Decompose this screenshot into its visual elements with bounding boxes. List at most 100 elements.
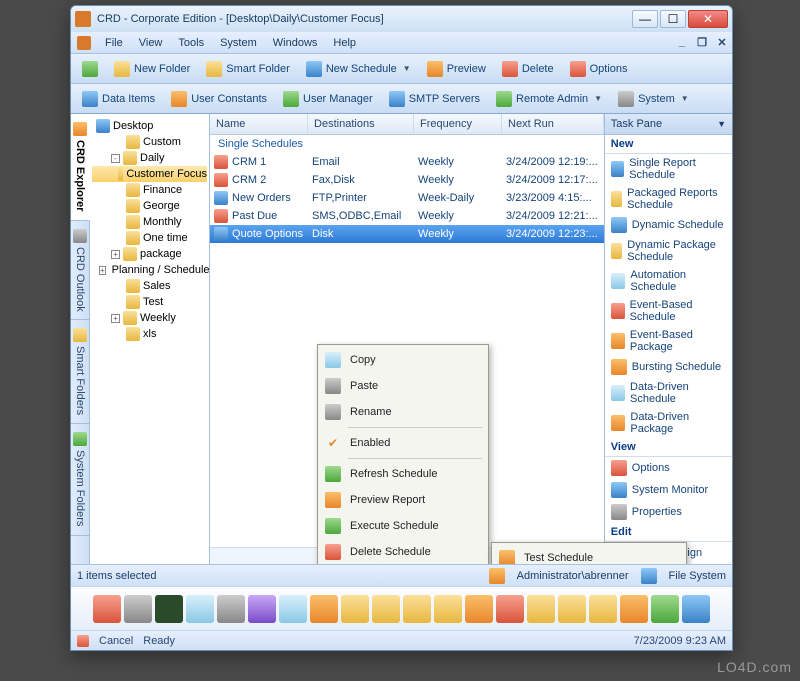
bottom-icon-1[interactable]	[93, 595, 121, 623]
mdi-close-button[interactable]: ✕	[714, 36, 730, 50]
bottom-icon-7[interactable]	[279, 595, 307, 623]
bottom-icon-10[interactable]	[372, 595, 400, 623]
taskpane-item[interactable]: Bursting Schedule	[605, 356, 732, 378]
maximize-button[interactable]: ☐	[660, 10, 686, 28]
col-name[interactable]: Name	[210, 114, 308, 134]
tree-root[interactable]: Desktop	[92, 118, 207, 134]
sidetab-smart-folders[interactable]: Smart Folders	[71, 320, 89, 424]
ctx-refresh[interactable]: Refresh Schedule	[320, 461, 486, 487]
taskpane-item[interactable]: Automation Schedule	[605, 266, 732, 296]
bottom-icon-14[interactable]	[496, 595, 524, 623]
mdi-minimize-button[interactable]: _	[674, 36, 690, 50]
bottom-icon-16[interactable]	[558, 595, 586, 623]
taskpane-item[interactable]: Data-Driven Package	[605, 408, 732, 438]
taskpane-item[interactable]: Data-Driven Schedule	[605, 378, 732, 408]
menu-view[interactable]: View	[131, 35, 171, 51]
bottom-icon-18[interactable]	[620, 595, 648, 623]
tree-node[interactable]: +Weekly	[92, 310, 207, 326]
tree-node[interactable]: +package	[92, 246, 207, 262]
tree-node[interactable]: xls	[92, 326, 207, 342]
bottom-icon-20[interactable]	[682, 595, 710, 623]
tree-twist-icon[interactable]: +	[99, 266, 106, 275]
ctx-test-schedule[interactable]: Test Schedule	[494, 545, 684, 564]
smtp-servers-button[interactable]: SMTP Servers	[382, 88, 487, 110]
taskpane-item[interactable]: Single Report Schedule	[605, 154, 732, 184]
taskpane-item[interactable]: Event-Based Schedule	[605, 296, 732, 326]
bottom-icon-15[interactable]	[527, 595, 555, 623]
tree-node[interactable]: -Daily	[92, 150, 207, 166]
tree-node[interactable]: Sales	[92, 278, 207, 294]
menu-help[interactable]: Help	[325, 35, 364, 51]
options-button[interactable]: Options	[563, 58, 635, 80]
sidetab-outlook[interactable]: CRD Outlook	[71, 221, 89, 321]
taskpane-item[interactable]: Dynamic Package Schedule	[605, 236, 732, 266]
bottom-icon-8[interactable]	[310, 595, 338, 623]
list-row[interactable]: CRM 1EmailWeekly3/24/2009 12:19:...	[210, 153, 604, 171]
tree-node[interactable]: One time	[92, 230, 207, 246]
menu-tools[interactable]: Tools	[170, 35, 212, 51]
tree-twist-icon[interactable]: +	[111, 314, 120, 323]
smart-folder-button[interactable]: Smart Folder	[199, 58, 297, 80]
tree-node[interactable]: Test	[92, 294, 207, 310]
list-row[interactable]: CRM 2Fax,DiskWeekly3/24/2009 12:17:...	[210, 171, 604, 189]
bottom-icon-11[interactable]	[403, 595, 431, 623]
list-row[interactable]: Quote OptionsDiskWeekly3/24/2009 12:23:.…	[210, 225, 604, 243]
bottom-icon-17[interactable]	[589, 595, 617, 623]
col-next-run[interactable]: Next Run	[502, 114, 604, 134]
tree-node[interactable]: George	[92, 198, 207, 214]
tree-twist-icon[interactable]: +	[111, 250, 120, 259]
menu-file[interactable]: File	[97, 35, 131, 51]
tree-node[interactable]: Custom	[92, 134, 207, 150]
ctx-copy[interactable]: Copy	[320, 347, 486, 373]
ctx-execute[interactable]: Execute Schedule	[320, 513, 486, 539]
footer-cancel[interactable]: Cancel	[99, 635, 133, 647]
minimize-button[interactable]: —	[632, 10, 658, 28]
data-items-button[interactable]: Data Items	[75, 88, 162, 110]
new-folder-button[interactable]: New Folder	[107, 58, 197, 80]
col-destinations[interactable]: Destinations	[308, 114, 414, 134]
ctx-preview[interactable]: Preview Report	[320, 487, 486, 513]
bottom-icon-5[interactable]	[217, 595, 245, 623]
nav-button[interactable]	[75, 58, 105, 80]
bottom-icon-2[interactable]	[124, 595, 152, 623]
bottom-icon-6[interactable]	[248, 595, 276, 623]
list-group-header[interactable]: Single Schedules	[210, 135, 604, 153]
list-row[interactable]: New OrdersFTP,PrinterWeek-Daily3/23/2009…	[210, 189, 604, 207]
ctx-delete[interactable]: Delete Schedule	[320, 539, 486, 564]
remote-admin-button[interactable]: Remote Admin▼	[489, 88, 609, 110]
taskpane-dropdown-icon[interactable]: ▼	[717, 119, 726, 129]
bottom-icon-9[interactable]	[341, 595, 369, 623]
close-button[interactable]: ✕	[688, 10, 728, 28]
bottom-icon-3[interactable]	[155, 595, 183, 623]
ctx-rename[interactable]: Rename	[320, 399, 486, 425]
ctx-enabled[interactable]: ✔Enabled	[320, 430, 486, 456]
sidetab-system-folders[interactable]: System Folders	[71, 424, 89, 535]
bottom-icon-13[interactable]	[465, 595, 493, 623]
sidetab-explorer[interactable]: CRD Explorer	[71, 114, 90, 221]
taskpane-item[interactable]: Dynamic Schedule	[605, 214, 732, 236]
taskpane-item[interactable]: Properties	[605, 501, 732, 523]
col-frequency[interactable]: Frequency	[414, 114, 502, 134]
menu-windows[interactable]: Windows	[265, 35, 326, 51]
taskpane-item[interactable]: System Monitor	[605, 479, 732, 501]
mdi-restore-button[interactable]: ❐	[694, 36, 710, 50]
ctx-paste[interactable]: Paste	[320, 373, 486, 399]
menu-system[interactable]: System	[212, 35, 265, 51]
cancel-icon[interactable]	[77, 635, 89, 647]
delete-button[interactable]: Delete	[495, 58, 561, 80]
tree-node[interactable]: +Planning / Schedule	[92, 262, 207, 278]
preview-button[interactable]: Preview	[420, 58, 493, 80]
taskpane-item[interactable]: Options	[605, 457, 732, 479]
bottom-icon-19[interactable]	[651, 595, 679, 623]
folder-tree[interactable]: Desktop Custom-DailyCustomer FocusFinanc…	[90, 114, 210, 564]
bottom-icon-4[interactable]	[186, 595, 214, 623]
tree-node[interactable]: Monthly	[92, 214, 207, 230]
taskpane-item[interactable]: Packaged Reports Schedule	[605, 184, 732, 214]
user-constants-button[interactable]: User Constants	[164, 88, 274, 110]
taskpane-item[interactable]: Event-Based Package	[605, 326, 732, 356]
tree-node[interactable]: Customer Focus	[92, 166, 207, 182]
system-button[interactable]: System▼	[611, 88, 696, 110]
tree-twist-icon[interactable]: -	[111, 154, 120, 163]
user-manager-button[interactable]: User Manager	[276, 88, 380, 110]
bottom-icon-12[interactable]	[434, 595, 462, 623]
